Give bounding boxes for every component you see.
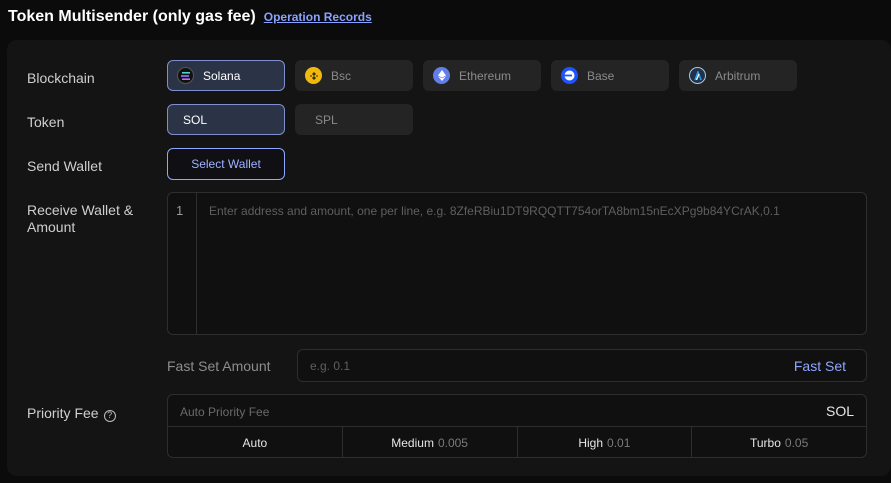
solana-icon [177,67,194,84]
chain-arbitrum-button[interactable]: Arbitrum [679,60,797,91]
fee-option-turbo[interactable]: Turbo 0.05 [692,427,866,457]
priority-fee-input[interactable]: Auto Priority Fee SOL [168,395,866,427]
fee-option-high[interactable]: High 0.01 [518,427,693,457]
priority-fee-placeholder: Auto Priority Fee [180,405,270,419]
chain-bsc-button[interactable]: Bsc [295,60,413,91]
token-label-spl: SPL [315,112,338,127]
token-label-sol: SOL [183,112,208,127]
chain-solana-button[interactable]: Solana [167,60,285,91]
fee-option-value: 0.05 [784,435,809,450]
fee-option-label: Medium [391,435,434,450]
receive-wallet-placeholder: Enter address and amount, one per line, … [209,204,780,218]
blockchain-label: Blockchain [27,70,95,86]
base-icon [561,67,578,84]
fee-option-label: High [578,435,604,450]
receive-wallet-label-line2: Amount [27,219,76,235]
priority-fee-label-text: Priority Fee [27,405,99,421]
fast-set-amount-input[interactable]: e.g. 0.1 Fast Set [297,349,867,382]
chain-label: Bsc [331,68,352,83]
receive-wallet-label-line1: Receive Wallet & [27,202,134,218]
chain-label: Arbitrum [715,68,761,83]
fee-option-label: Auto [242,435,268,450]
token-spl-button[interactable]: SPL [295,104,413,135]
priority-fee-options: Auto Medium 0.005 High 0.01 Turbo 0.05 [168,427,866,457]
fee-option-value: 0.01 [607,435,631,450]
priority-fee-label: Priority Fee? [27,405,116,422]
line-number-gutter: 1 [168,193,197,334]
priority-fee-unit: SOL [825,403,854,419]
fee-option-medium[interactable]: Medium 0.005 [343,427,518,457]
arbitrum-icon [689,67,706,84]
token-sol-button[interactable]: SOL [167,104,285,135]
page-title: Token Multisender (only gas fee) [8,8,256,25]
fee-option-value: 0.005 [437,435,468,450]
bnb-icon [305,67,322,84]
ethereum-icon [433,67,450,84]
select-wallet-button[interactable]: Select Wallet [167,148,285,180]
chain-label: Ethereum [459,68,512,83]
chain-label: Solana [203,68,241,83]
fast-set-placeholder: e.g. 0.1 [310,359,351,373]
fee-option-label: Turbo [749,435,781,450]
send-wallet-label: Send Wallet [27,158,102,174]
chain-label: Base [587,68,615,83]
help-icon[interactable]: ? [103,409,116,422]
receive-wallet-label: Receive Wallet & Amount [27,202,133,236]
chain-base-button[interactable]: Base [551,60,669,91]
line-number: 1 [176,203,184,218]
token-label: Token [27,114,65,130]
receive-wallet-textarea[interactable]: 1 Enter address and amount, one per line… [167,192,867,335]
fast-set-amount-label: Fast Set Amount [167,358,271,374]
chain-ethereum-button[interactable]: Ethereum [423,60,541,91]
operation-records-link[interactable]: Operation Records [264,10,372,24]
fast-set-button[interactable]: Fast Set [794,358,846,374]
header: Token Multisender (only gas fee) Operati… [8,8,372,30]
fee-option-auto[interactable]: Auto [168,427,343,457]
priority-fee-box: Auto Priority Fee SOL Auto Medium 0.005 … [167,394,867,458]
